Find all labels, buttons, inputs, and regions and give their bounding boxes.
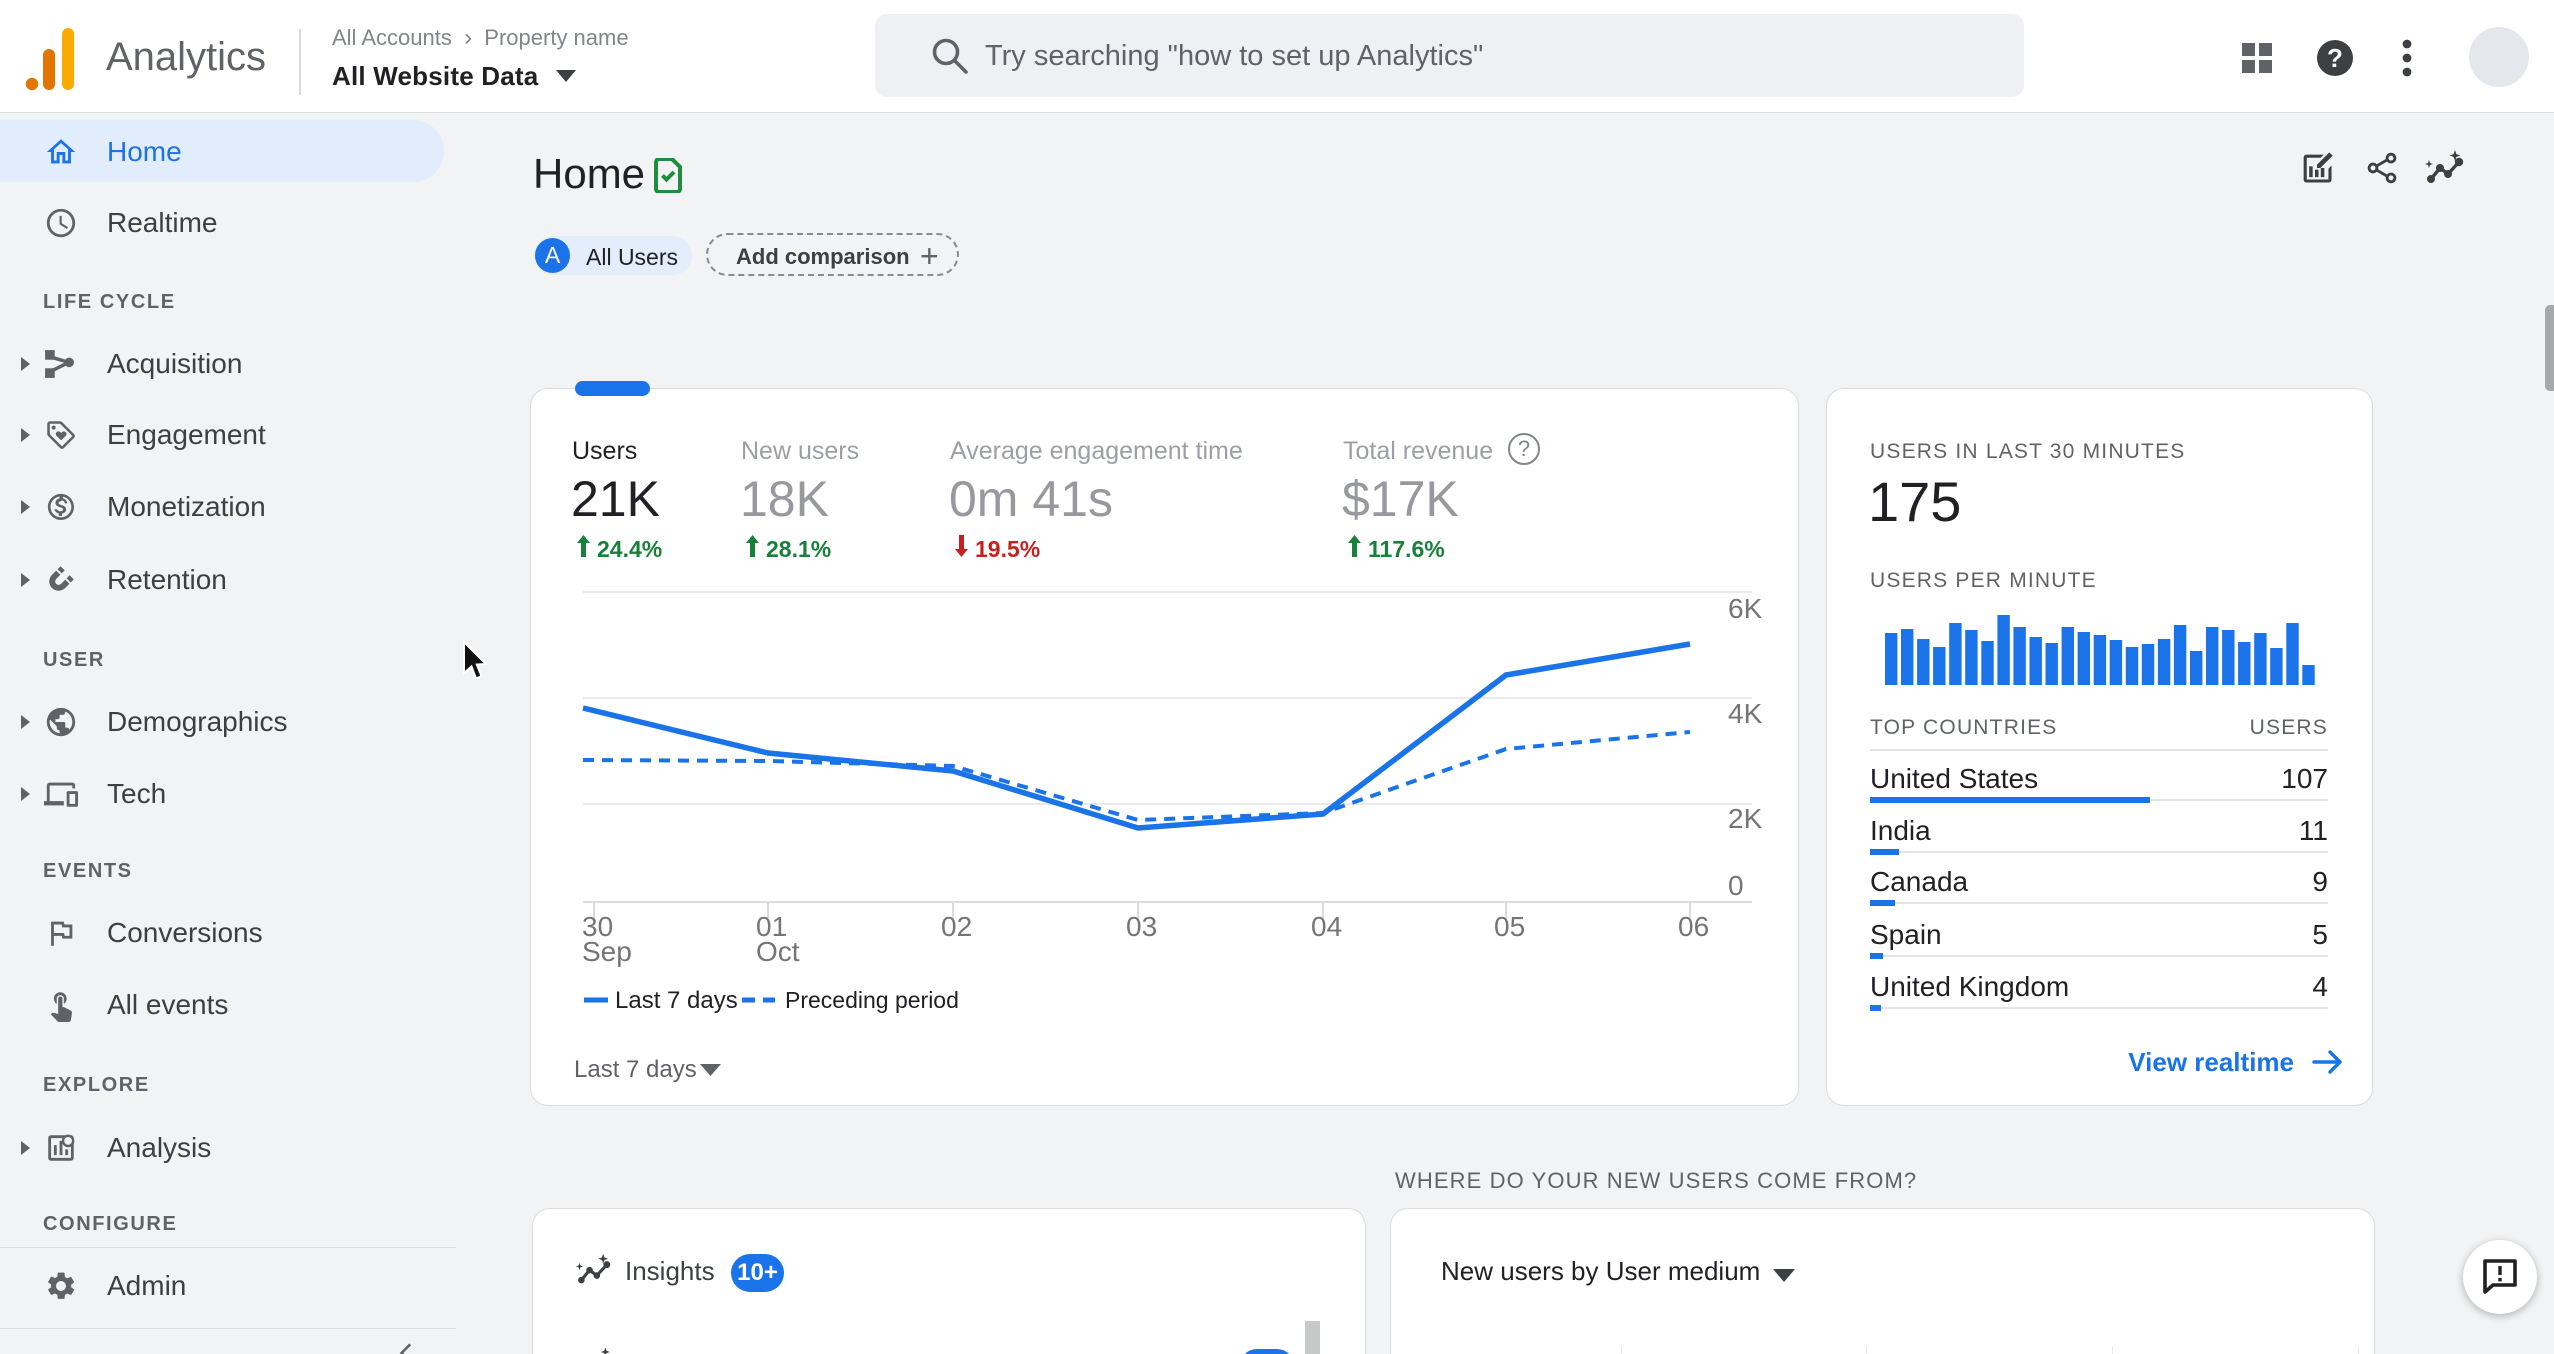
svg-text:6K: 6K [1728,593,1763,624]
svg-text:5: 5 [2312,919,2328,950]
svg-text:4K: 4K [1728,698,1763,729]
svg-text:03: 03 [1126,911,1157,942]
svg-text:2K: 2K [1728,803,1763,834]
svg-text:9: 9 [2312,866,2328,897]
svg-text:02: 02 [941,911,972,942]
svg-text:04: 04 [1311,911,1342,942]
svg-text:View realtime: View realtime [2128,1047,2294,1077]
svg-text:06: 06 [1678,911,1709,942]
svg-text:United States: United States [1870,763,2038,794]
svg-text:11: 11 [2299,815,2328,846]
svg-text:107: 107 [2281,763,2328,794]
svg-text:Canada: Canada [1870,866,1969,897]
svg-text:India: India [1870,815,1931,846]
svg-text:TOP COUNTRIES: TOP COUNTRIES [1870,716,2058,739]
svg-text:Last 7 days: Last 7 days [574,1056,697,1083]
svg-text:05: 05 [1494,911,1525,942]
svg-text:United Kingdom: United Kingdom [1870,971,2069,1002]
svg-text:Sep: Sep [582,936,632,967]
svg-text:Oct: Oct [756,936,800,967]
svg-text:USERS: USERS [2250,716,2328,739]
svg-text:Spain: Spain [1870,919,1942,950]
svg-text:0: 0 [1728,870,1744,901]
svg-text:4: 4 [2312,971,2328,1002]
svg-text:Preceding period: Preceding period [785,987,959,1013]
svg-text:Last 7 days: Last 7 days [615,987,738,1014]
